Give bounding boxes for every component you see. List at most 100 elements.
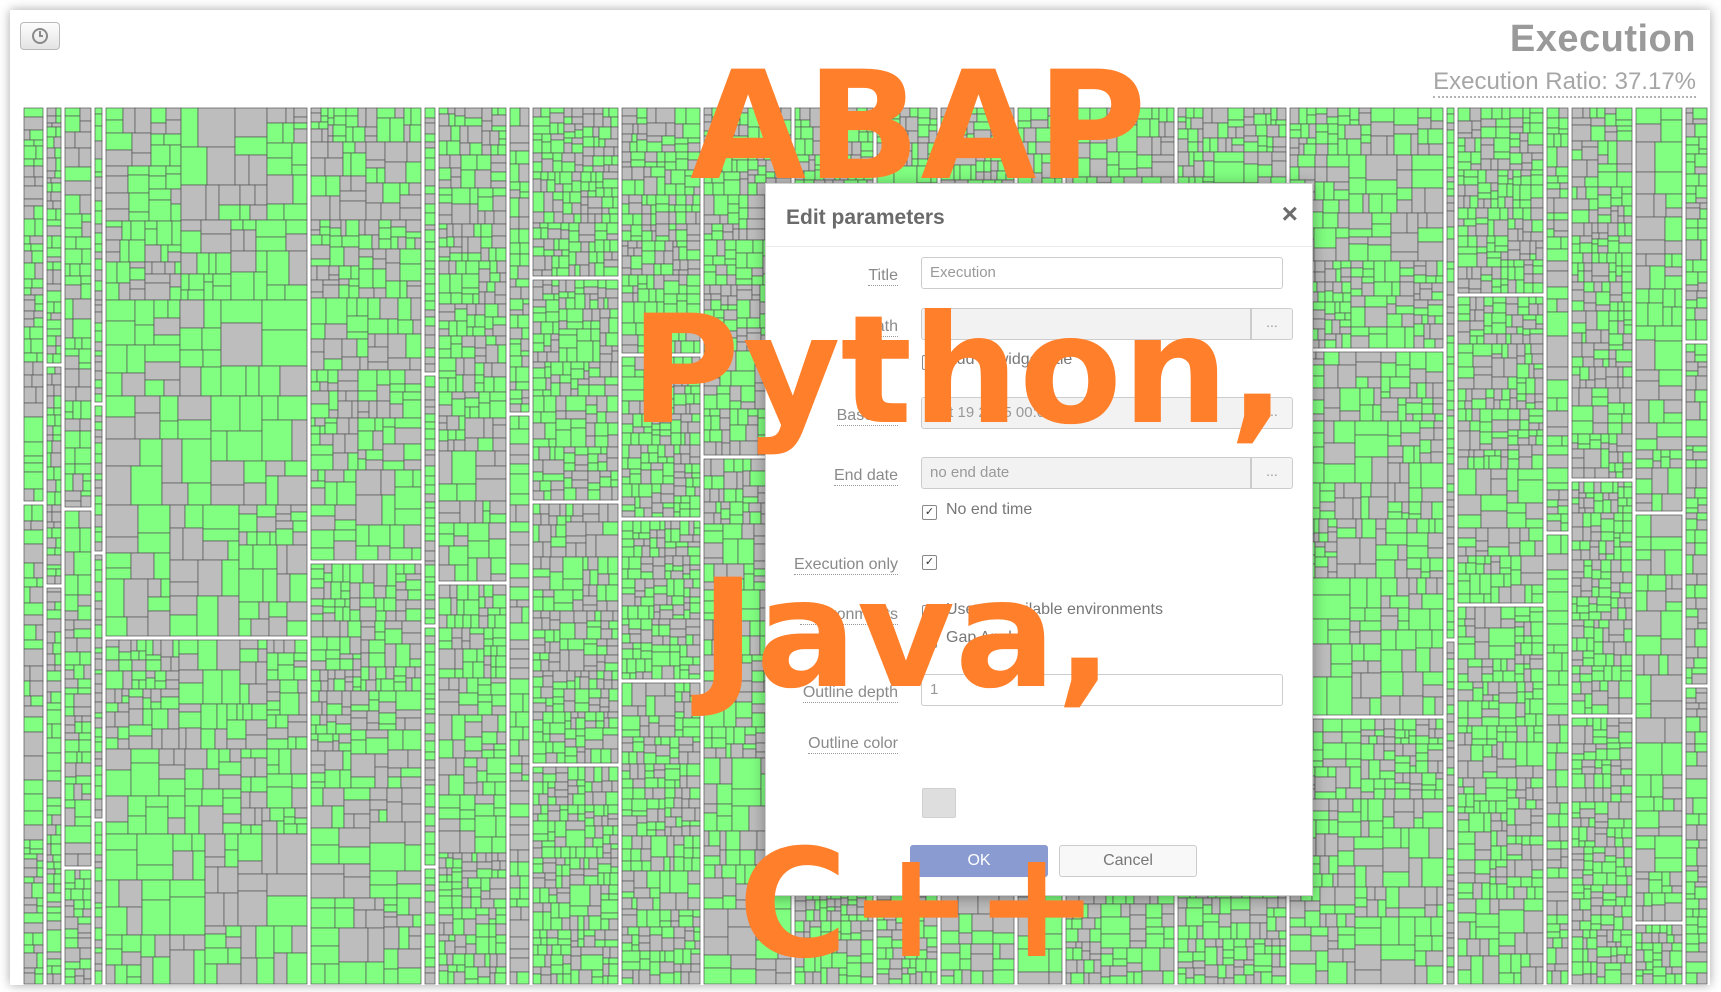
treemap-cell[interactable]: [310, 701, 323, 716]
treemap-cell[interactable]: [690, 963, 701, 973]
treemap-cell[interactable]: [204, 833, 226, 858]
treemap-cell[interactable]: [387, 749, 409, 769]
treemap-cell[interactable]: [222, 788, 242, 799]
treemap-cell[interactable]: [630, 151, 646, 161]
treemap-cell[interactable]: [94, 952, 103, 965]
treemap-cell[interactable]: [332, 452, 349, 471]
treemap-cell[interactable]: [509, 473, 530, 495]
treemap-cell[interactable]: [105, 239, 121, 253]
treemap-cell[interactable]: [571, 137, 584, 145]
treemap-cell[interactable]: [612, 825, 619, 836]
treemap-cell[interactable]: [46, 504, 53, 513]
treemap-cell[interactable]: [64, 180, 92, 196]
treemap-cell[interactable]: [597, 857, 612, 865]
treemap-cell[interactable]: [532, 629, 546, 639]
treemap-cell[interactable]: [31, 374, 44, 388]
treemap-cell[interactable]: [424, 722, 436, 735]
treemap-cell[interactable]: [449, 252, 463, 262]
treemap-cell[interactable]: [607, 422, 619, 436]
treemap-cell[interactable]: [64, 594, 79, 612]
treemap-cell[interactable]: [552, 670, 568, 683]
treemap-cell[interactable]: [515, 150, 530, 165]
treemap-cell[interactable]: [532, 389, 544, 397]
treemap-cell[interactable]: [36, 867, 44, 878]
treemap-cell[interactable]: [628, 618, 642, 630]
treemap-cell[interactable]: [376, 107, 396, 119]
treemap-cell[interactable]: [23, 695, 32, 707]
treemap-cell[interactable]: [554, 789, 569, 798]
treemap-cell[interactable]: [459, 500, 476, 524]
treemap-cell[interactable]: [579, 857, 585, 870]
treemap-cell[interactable]: [438, 415, 448, 424]
treemap-cell[interactable]: [451, 881, 463, 890]
treemap-cell[interactable]: [651, 230, 657, 242]
treemap-cell[interactable]: [664, 797, 675, 809]
treemap-cell[interactable]: [635, 671, 644, 680]
treemap-cell[interactable]: [676, 240, 688, 248]
treemap-cell[interactable]: [703, 233, 713, 241]
treemap-cell[interactable]: [621, 778, 634, 789]
treemap-cell[interactable]: [548, 515, 558, 526]
treemap-cell[interactable]: [532, 238, 545, 248]
treemap-cell[interactable]: [438, 154, 451, 169]
treemap-cell[interactable]: [551, 279, 560, 287]
treemap-cell[interactable]: [749, 511, 762, 525]
treemap-cell[interactable]: [594, 610, 602, 622]
treemap-cell[interactable]: [550, 374, 561, 384]
treemap-cell[interactable]: [600, 628, 613, 640]
treemap-cell[interactable]: [675, 194, 687, 206]
treemap-cell[interactable]: [105, 416, 136, 440]
treemap-cell[interactable]: [223, 892, 239, 927]
treemap-cell[interactable]: [411, 547, 422, 561]
treemap-cell[interactable]: [497, 344, 507, 364]
treemap-cell[interactable]: [520, 403, 530, 413]
treemap-cell[interactable]: [621, 593, 636, 607]
treemap-cell[interactable]: [556, 973, 564, 985]
treemap-cell[interactable]: [532, 269, 543, 277]
treemap-cell[interactable]: [636, 133, 648, 141]
treemap-cell[interactable]: [46, 797, 62, 807]
treemap-cell[interactable]: [342, 141, 356, 154]
treemap-cell[interactable]: [495, 335, 507, 346]
treemap-cell[interactable]: [343, 863, 371, 878]
treemap-cell[interactable]: [338, 742, 352, 752]
treemap-cell[interactable]: [255, 250, 268, 273]
treemap-cell[interactable]: [334, 669, 346, 680]
treemap-cell[interactable]: [489, 888, 507, 900]
treemap-cell[interactable]: [748, 502, 762, 513]
treemap-cell[interactable]: [449, 154, 462, 169]
treemap-cell[interactable]: [519, 242, 530, 255]
treemap-cell[interactable]: [532, 847, 543, 859]
treemap-cell[interactable]: [610, 748, 619, 764]
treemap-cell[interactable]: [509, 622, 530, 641]
treemap-cell[interactable]: [673, 495, 682, 504]
treemap-cell[interactable]: [660, 263, 674, 276]
treemap-cell[interactable]: [455, 757, 465, 776]
treemap-cell[interactable]: [64, 916, 79, 930]
treemap-cell[interactable]: [509, 639, 530, 650]
treemap-cell[interactable]: [585, 413, 598, 424]
treemap-cell[interactable]: [72, 318, 92, 339]
treemap-cell[interactable]: [621, 476, 631, 485]
treemap-cell[interactable]: [639, 715, 650, 727]
treemap-cell[interactable]: [64, 853, 79, 867]
treemap-cell[interactable]: [94, 736, 103, 743]
treemap-cell[interactable]: [603, 297, 609, 310]
treemap-cell[interactable]: [478, 260, 491, 270]
treemap-cell[interactable]: [310, 175, 327, 197]
treemap-cell[interactable]: [55, 157, 62, 172]
treemap-cell[interactable]: [558, 902, 571, 919]
treemap-cell[interactable]: [310, 620, 324, 638]
treemap-cell[interactable]: [341, 338, 358, 358]
treemap-cell[interactable]: [310, 587, 325, 600]
treemap-cell[interactable]: [169, 879, 206, 898]
treemap-cell[interactable]: [489, 513, 507, 524]
treemap-cell[interactable]: [404, 717, 422, 731]
treemap-cell[interactable]: [334, 907, 355, 929]
treemap-cell[interactable]: [637, 274, 648, 285]
treemap-cell[interactable]: [269, 807, 285, 822]
treemap-cell[interactable]: [585, 521, 604, 536]
treemap-cell[interactable]: [634, 578, 646, 592]
treemap-cell[interactable]: [395, 709, 422, 719]
treemap-cell[interactable]: [374, 766, 389, 789]
